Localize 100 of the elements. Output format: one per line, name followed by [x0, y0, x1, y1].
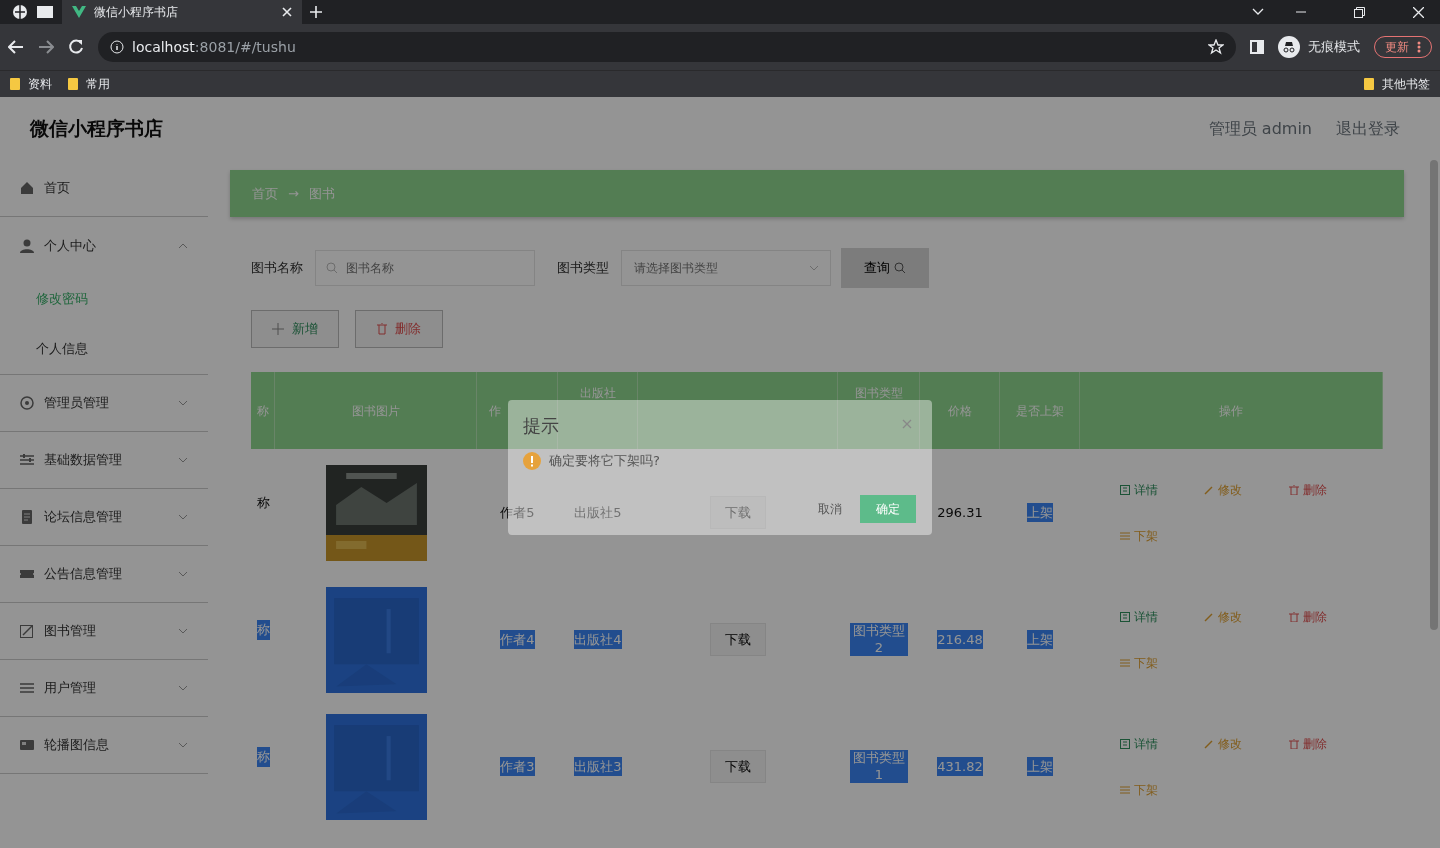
incognito-icon[interactable] — [1278, 36, 1300, 58]
search-icon — [326, 262, 338, 274]
field-label: 图书类型 — [557, 259, 609, 278]
ticket-icon — [20, 567, 34, 581]
chevron-down-icon[interactable] — [1252, 8, 1264, 16]
close-icon[interactable] — [1413, 6, 1424, 18]
shelf-icon — [1120, 658, 1130, 668]
sidebar-item[interactable]: 论坛信息管理 — [0, 489, 208, 546]
window-icon[interactable] — [36, 5, 54, 19]
card-icon — [20, 738, 34, 752]
restore-icon[interactable] — [1354, 6, 1365, 18]
star-icon[interactable] — [1208, 39, 1224, 55]
close-icon — [902, 418, 912, 429]
browser-tab[interactable]: 微信小程序书店 — [62, 0, 302, 24]
dialog-message: 确定要将它下架吗? — [549, 452, 660, 470]
query-button[interactable]: 查询 — [841, 248, 929, 288]
globe-icon[interactable] — [12, 4, 28, 20]
sidebar-item[interactable]: 个人中心 — [0, 217, 208, 274]
action-link[interactable]: 删除 — [1288, 735, 1373, 753]
bookmark[interactable]: 资料 — [10, 75, 52, 93]
detail-icon — [1120, 612, 1130, 622]
back-arrow-icon[interactable] — [8, 40, 24, 54]
sidebar-item[interactable]: 基础数据管理 — [0, 432, 208, 489]
profile-label: 无痕模式 — [1308, 38, 1360, 57]
warning-icon — [523, 451, 541, 470]
reload-icon[interactable] — [68, 39, 84, 55]
select-field[interactable]: 请选择图书类型 — [621, 250, 831, 286]
sidebar-item[interactable]: 首页 — [0, 160, 208, 217]
action-link[interactable]: 详情 — [1120, 608, 1205, 626]
search-icon — [894, 262, 906, 274]
breadcrumb-separator: → — [288, 184, 299, 203]
document-icon — [20, 510, 34, 524]
field-label: 图书名称 — [251, 259, 303, 278]
bookmark[interactable]: 常用 — [68, 75, 110, 93]
sidebar-item[interactable]: 图书管理 — [0, 603, 208, 660]
action-link[interactable]: 删除 — [1288, 481, 1373, 499]
sidebar-item[interactable]: 管理员管理 — [0, 375, 208, 432]
submenu-item[interactable]: 个人信息 — [0, 324, 208, 374]
confirm-button[interactable]: 确定 — [860, 495, 916, 523]
table-cell-text: 作者5 — [500, 503, 535, 522]
url-text: localhost:8081/#/tushu — [132, 37, 296, 57]
home-icon — [20, 181, 34, 195]
forward-arrow-icon — [38, 40, 54, 54]
side-panel-icon[interactable] — [1250, 40, 1264, 54]
edit-icon — [20, 624, 34, 638]
new-tab-icon[interactable] — [310, 6, 322, 18]
folder-icon — [10, 78, 20, 90]
download-button[interactable]: 下载 — [710, 749, 766, 784]
add-button[interactable]: 新增 — [251, 310, 339, 348]
table-cell-text: 称 — [256, 494, 270, 512]
user-label: 管理员 admin — [1208, 117, 1312, 140]
sidebar-item[interactable]: 公告信息管理 — [0, 546, 208, 603]
bookmark[interactable]: 其他书签 — [1364, 75, 1430, 93]
edit-icon — [1204, 612, 1215, 622]
action-link[interactable]: 详情 — [1120, 735, 1205, 753]
v-logo-icon — [72, 6, 86, 18]
sidebar-item[interactable]: 轮播图信息 — [0, 717, 208, 774]
gear-icon — [20, 396, 34, 410]
download-button[interactable]: 下载 — [710, 495, 766, 530]
action-link[interactable]: 详情 — [1120, 481, 1205, 499]
table-cell: 216.48 — [937, 629, 983, 650]
edit-icon — [1204, 485, 1215, 495]
action-link[interactable]: 删除 — [1288, 608, 1373, 626]
submenu-item[interactable]: 修改密码 — [0, 274, 208, 324]
trash-icon — [1288, 739, 1299, 749]
table-cell: 出版社3 — [574, 756, 622, 777]
edit-icon — [1204, 739, 1215, 749]
user-icon — [20, 238, 34, 253]
search-field[interactable]: 图书名称 — [315, 250, 535, 286]
trash-icon — [1288, 485, 1299, 495]
table-cell: 上架 — [1027, 629, 1053, 650]
table-cell: 出版社4 — [574, 629, 622, 650]
plus-icon — [272, 323, 284, 335]
address-bar[interactable]: localhost:8081/#/tushu — [98, 32, 1236, 62]
detail-icon — [1120, 485, 1130, 495]
column-header: 称 — [251, 372, 275, 449]
table-cell: 称 — [256, 620, 270, 640]
more-icon — [1417, 41, 1421, 53]
chevron-down-icon — [809, 265, 819, 271]
column-header: 操作 — [1080, 372, 1383, 449]
table-cell: 上架 — [1027, 502, 1053, 523]
folder-icon — [1364, 78, 1374, 90]
scrollbar[interactable] — [1430, 160, 1438, 630]
app-title: 微信小程序书店 — [30, 116, 163, 142]
sliders-icon — [20, 453, 34, 467]
shelf-icon — [1120, 531, 1130, 541]
trash-icon — [377, 323, 387, 335]
cancel-button[interactable]: 取消 — [812, 499, 848, 519]
table-cell: 作者3 — [500, 756, 535, 777]
delete-button[interactable]: 删除 — [355, 310, 443, 348]
info-icon — [110, 40, 124, 54]
list-icon — [20, 681, 34, 695]
download-button[interactable]: 下载 — [710, 622, 766, 657]
close-icon[interactable] — [282, 7, 292, 17]
sidebar-item[interactable]: 用户管理 — [0, 660, 208, 717]
table-cell: 图书类型2 — [850, 622, 908, 657]
logout-link[interactable]: 退出登录 — [1336, 116, 1400, 141]
table-cell: 431.82 — [937, 756, 983, 777]
dialog-title: 提示 — [523, 414, 559, 438]
table-cell: 图书类型1 — [850, 749, 908, 784]
